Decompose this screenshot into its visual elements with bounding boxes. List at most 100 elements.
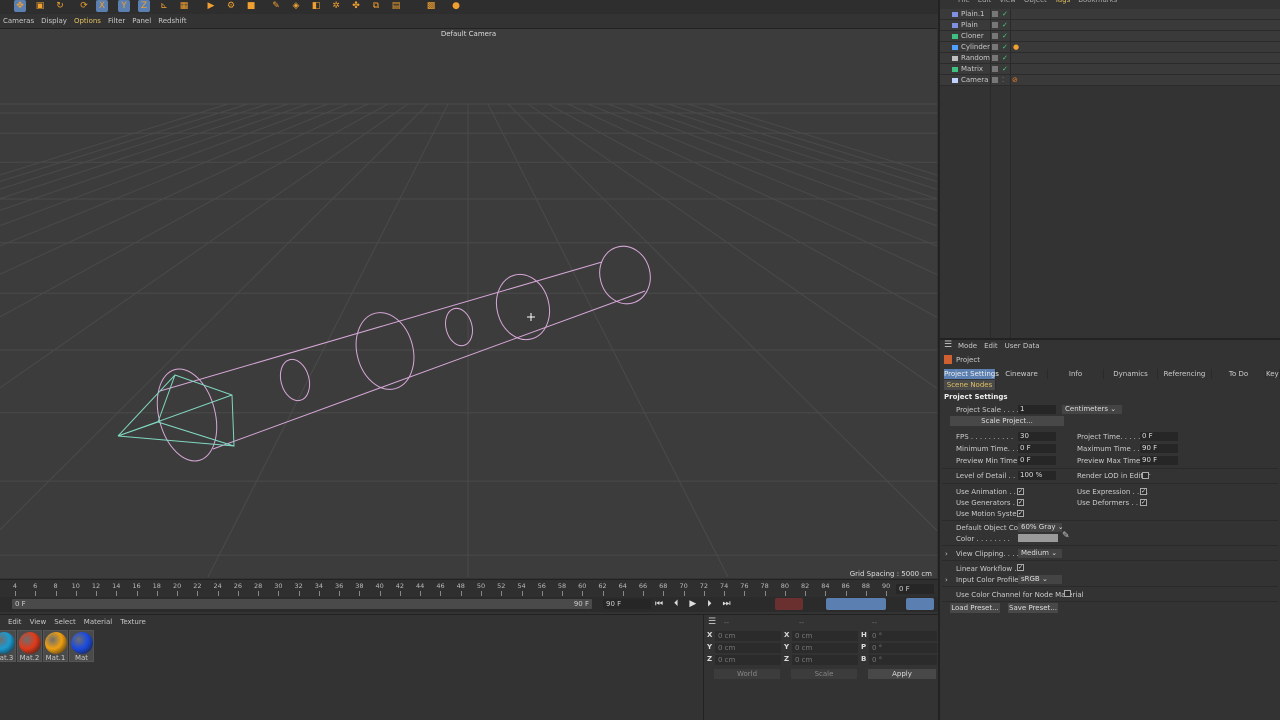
layer-icon[interactable] bbox=[992, 55, 998, 61]
prev-max-field[interactable]: 90 F bbox=[1140, 456, 1178, 465]
view-clipping-dropdown[interactable]: Medium ⌄ bbox=[1018, 549, 1062, 558]
current-frame-field[interactable]: 0 F bbox=[896, 584, 934, 594]
mode-dropdown[interactable]: Scale bbox=[791, 669, 857, 679]
layer-icon[interactable] bbox=[992, 33, 998, 39]
floor-icon[interactable]: ▤ bbox=[390, 0, 402, 12]
input-profile-dropdown[interactable]: sRGB ⌄ bbox=[1018, 575, 1062, 584]
end-frame-field[interactable]: 90 F bbox=[603, 599, 651, 609]
object-name[interactable]: Cloner bbox=[961, 31, 984, 42]
material-menu-texture[interactable]: Texture bbox=[120, 617, 146, 627]
om-menu-view[interactable]: View bbox=[999, 0, 1016, 4]
material-swatch[interactable]: Mat.2 bbox=[17, 630, 42, 662]
object-row[interactable]: Cylinder ✓ ● bbox=[940, 42, 1280, 53]
lod-field[interactable]: 100 % bbox=[1018, 471, 1056, 480]
default-color-dropdown[interactable]: 60% Gray ⌄ bbox=[1018, 523, 1064, 532]
object-name[interactable]: Cylinder bbox=[961, 42, 990, 53]
am-menu-edit[interactable]: Edit bbox=[984, 342, 998, 350]
deformer-icon[interactable]: ✤ bbox=[350, 0, 362, 12]
object-row[interactable]: Random ✓ bbox=[940, 53, 1280, 64]
om-menu-file[interactable]: File bbox=[958, 0, 970, 4]
render-region-icon[interactable]: ▦ bbox=[178, 0, 190, 12]
material-menu-select[interactable]: Select bbox=[54, 617, 76, 627]
eyedropper-icon[interactable]: ✎ bbox=[1062, 532, 1070, 541]
rotation-field[interactable]: 0 ° bbox=[869, 643, 937, 653]
use-animation-checkbox[interactable]: ✓ bbox=[1017, 488, 1024, 495]
viewport-menu-panel[interactable]: Panel bbox=[132, 14, 151, 28]
units-dropdown[interactable]: Centimeters ⌄ bbox=[1062, 405, 1122, 414]
project-scale-field[interactable]: 1 bbox=[1018, 405, 1056, 414]
layer-icon[interactable] bbox=[992, 11, 998, 17]
menu-icon[interactable]: ☰ bbox=[708, 618, 716, 627]
am-menu-mode[interactable]: Mode bbox=[958, 342, 977, 350]
render-settings-icon[interactable]: ⚙ bbox=[225, 0, 237, 12]
expand-chevron-icon[interactable]: › bbox=[945, 576, 948, 584]
rotation-field[interactable]: 0 ° bbox=[869, 655, 937, 665]
object-row[interactable]: Camera ⁚ ⊘ bbox=[940, 75, 1280, 86]
om-menu-bookmarks[interactable]: Bookmarks bbox=[1078, 0, 1117, 4]
tab-cineware[interactable]: Cineware bbox=[996, 369, 1048, 379]
layer-icon[interactable] bbox=[992, 22, 998, 28]
layer-icon[interactable] bbox=[992, 66, 998, 72]
apply-button[interactable]: Apply bbox=[868, 669, 936, 679]
space-dropdown[interactable]: World bbox=[714, 669, 780, 679]
menu-icon[interactable]: ☰ bbox=[944, 341, 952, 350]
axis-x-icon[interactable]: X bbox=[96, 0, 108, 12]
min-time-field[interactable]: 0 F bbox=[1018, 444, 1056, 453]
save-preset-button[interactable]: Save Preset... bbox=[1008, 603, 1058, 613]
prev-min-field[interactable]: 0 F bbox=[1018, 456, 1056, 465]
material-swatch[interactable]: Mat.3 bbox=[0, 630, 16, 662]
field-icon[interactable]: ⧉ bbox=[370, 0, 382, 12]
use-generators-checkbox[interactable]: ✓ bbox=[1017, 499, 1024, 506]
scale-icon[interactable]: ▣ bbox=[34, 0, 46, 12]
tab-scene-nodes[interactable]: Scene Nodes bbox=[944, 380, 996, 390]
object-row[interactable]: Plain ✓ bbox=[940, 20, 1280, 31]
material-menu-material[interactable]: Material bbox=[84, 617, 112, 627]
linear-checkbox[interactable]: ✓ bbox=[1017, 564, 1024, 571]
rotate-icon[interactable]: ↻ bbox=[54, 0, 66, 12]
light-icon[interactable]: ● bbox=[450, 0, 462, 12]
viewport-menu-filter[interactable]: Filter bbox=[108, 14, 125, 28]
object-row[interactable]: Plain.1 ✓ bbox=[940, 9, 1280, 20]
enabled-check-icon[interactable]: ✓ bbox=[1002, 53, 1008, 64]
om-menu-edit[interactable]: Edit bbox=[978, 0, 992, 4]
viewport-menu-display[interactable]: Display bbox=[41, 14, 67, 28]
use-motion-checkbox[interactable]: ✓ bbox=[1017, 510, 1024, 517]
axis-z-icon[interactable]: Z bbox=[138, 0, 150, 12]
position-field[interactable]: 0 cm bbox=[715, 643, 781, 653]
viewport-menu-cameras[interactable]: Cameras bbox=[3, 14, 34, 28]
object-row[interactable]: Matrix ✓ bbox=[940, 64, 1280, 75]
record-button[interactable] bbox=[775, 598, 803, 610]
tab-info[interactable]: Info bbox=[1048, 369, 1104, 379]
object-row[interactable]: Cloner ✓ bbox=[940, 31, 1280, 42]
key-mode-button[interactable] bbox=[906, 598, 934, 610]
size-field[interactable]: 0 cm bbox=[792, 631, 858, 641]
render-view-icon[interactable]: ▶ bbox=[205, 0, 217, 12]
rotation-field[interactable]: 0 ° bbox=[869, 631, 937, 641]
time-range-slider[interactable]: 0 F 90 F bbox=[12, 599, 592, 609]
keyframe-buttons[interactable] bbox=[826, 598, 886, 610]
color-swatch[interactable] bbox=[1018, 534, 1058, 542]
scale-project-button[interactable]: Scale Project... bbox=[950, 416, 1064, 426]
expand-chevron-icon[interactable]: › bbox=[945, 550, 948, 558]
project-time-field[interactable]: 0 F bbox=[1140, 432, 1178, 441]
viewport-menu-redshift[interactable]: Redshift bbox=[158, 14, 186, 28]
recent-icon[interactable]: ⟳ bbox=[78, 0, 90, 12]
object-name[interactable]: Random bbox=[961, 53, 990, 64]
material-menu-view[interactable]: View bbox=[30, 617, 47, 627]
cloner-icon[interactable]: ◈ bbox=[290, 0, 302, 12]
object-name[interactable]: Matrix bbox=[961, 64, 983, 75]
camera-icon[interactable]: ▩ bbox=[425, 0, 437, 12]
coordinate-system-icon[interactable]: ⊾ bbox=[158, 0, 170, 12]
layer-icon[interactable] bbox=[992, 44, 998, 50]
enabled-check-icon[interactable]: ✓ bbox=[1002, 31, 1008, 42]
tab-referencing[interactable]: Referencing bbox=[1158, 369, 1212, 379]
viewport-3d[interactable] bbox=[0, 28, 937, 578]
mograph-icon[interactable]: ✲ bbox=[330, 0, 342, 12]
time-bar[interactable]: 0 F 90 F 90 F ⏮ ⏴ ▶ ⏵ ⏭ bbox=[0, 597, 938, 612]
object-name[interactable]: Plain.1 bbox=[961, 9, 985, 20]
protection-tag-icon[interactable]: ⊘ bbox=[1012, 75, 1018, 86]
render-lod-checkbox[interactable] bbox=[1142, 472, 1149, 479]
layer-icon[interactable] bbox=[992, 77, 998, 83]
om-menu-tags[interactable]: Tags bbox=[1055, 0, 1071, 4]
max-time-field[interactable]: 90 F bbox=[1140, 444, 1178, 453]
